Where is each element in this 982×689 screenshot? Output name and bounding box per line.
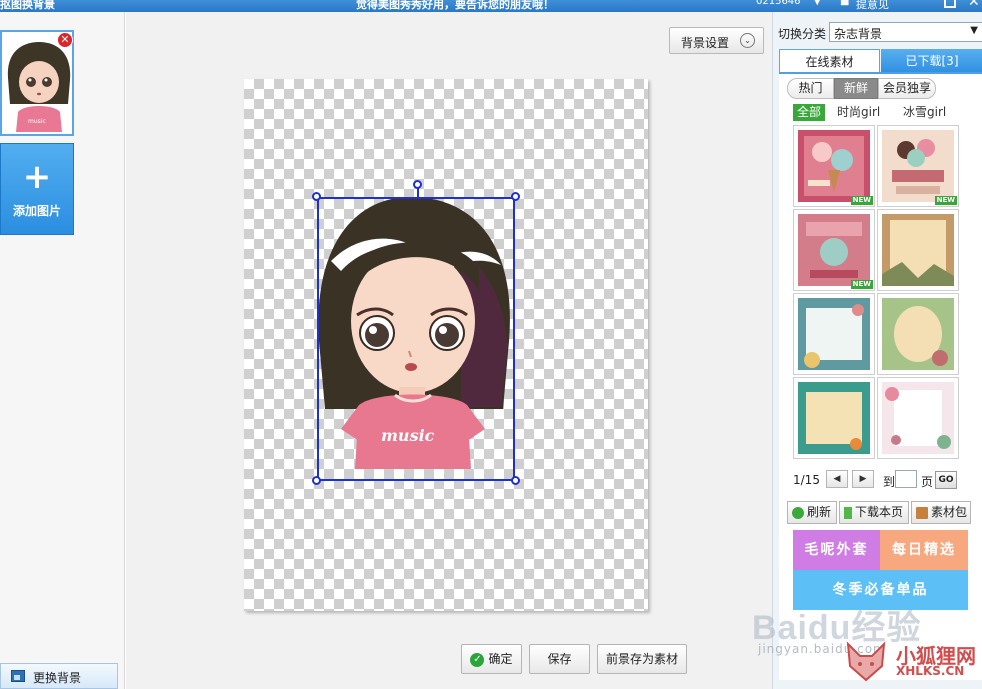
material-thumbnail[interactable] [793, 377, 875, 459]
material-thumbnail[interactable]: NEW [877, 125, 959, 207]
download-arrow-icon [844, 506, 852, 519]
category-label: 切换分类 [778, 27, 827, 41]
title-bar: 抠图换背景 觉得美图秀秀好用，要告诉您的朋友哦！ 0215646 ▼ ■ 提意见… [0, 0, 982, 12]
tab-online-materials[interactable]: 在线素材 [779, 49, 880, 73]
change-background-button[interactable]: 更换背景 [0, 663, 118, 689]
filter-ice-girl[interactable]: 冰雪girl [903, 104, 946, 121]
ice-cream-poster-art [798, 130, 870, 202]
title-slogan: 觉得美图秀秀好用，要告诉您的朋友哦！ [356, 0, 554, 11]
tab-downloaded[interactable]: 已下载[3] [881, 49, 982, 73]
promo-banner-coat[interactable]: 毛呢外套 [793, 530, 880, 570]
resize-handle-top-left[interactable] [312, 192, 321, 201]
background-settings-button[interactable]: 背景设置 ⌄ [669, 27, 764, 54]
editor-main: 背景设置 ⌄ music ✓ 确定 保存 前景存为素材 [126, 12, 772, 689]
resize-handle-top-right[interactable] [511, 192, 520, 201]
confirm-button[interactable]: ✓ 确定 [461, 644, 522, 674]
material-thumbnail[interactable] [793, 293, 875, 375]
new-badge: NEW [934, 196, 957, 205]
material-pack-label: 素材包 [931, 505, 968, 519]
rotate-handle-stem [417, 188, 419, 198]
window-title: 抠图换背景 [0, 0, 55, 11]
download-page-label: 下载本页 [855, 505, 904, 519]
refresh-button[interactable]: 刷新 [787, 501, 837, 524]
delicious-poster-art [798, 214, 870, 286]
category-value: 杂志背景 [834, 27, 883, 41]
chevron-down-icon[interactable]: ▼ [813, 0, 821, 7]
save-foreground-button[interactable]: 前景存为素材 [597, 644, 687, 674]
material-panel: 切换分类 杂志背景 ▼ 在线素材 已下载[3] 热门 新鲜 会员独享 全部 时尚… [772, 12, 982, 689]
new-badge: NEW [850, 280, 873, 289]
filter-fashion-girl[interactable]: 时尚girl [837, 104, 880, 121]
feedback-link[interactable]: 提意见 [856, 0, 889, 12]
vintage-frame-art [882, 214, 954, 286]
add-image-button[interactable]: + 添加图片 [0, 143, 74, 235]
promo-banner-daily[interactable]: 每日精选 [880, 530, 968, 570]
new-badge: NEW [850, 196, 873, 205]
refresh-icon [792, 506, 804, 519]
delete-thumbnail-icon[interactable]: ✕ [57, 32, 73, 48]
resize-handle-bottom-right[interactable] [511, 476, 520, 485]
chevron-down-icon: ▼ [970, 25, 978, 36]
package-icon [916, 506, 928, 519]
prev-page-button[interactable]: ◀ [826, 470, 848, 488]
material-thumbnail[interactable] [877, 209, 959, 291]
pill-new[interactable]: 新鲜 [834, 78, 878, 99]
floral-frame-art [882, 382, 954, 454]
go-button[interactable]: GO [935, 471, 957, 489]
plus-icon: + [22, 157, 52, 197]
pill-hot[interactable]: 热门 [787, 78, 834, 99]
material-thumbnail[interactable] [877, 377, 959, 459]
user-id[interactable]: 0215646 [756, 0, 801, 7]
refresh-label: 刷新 [807, 505, 832, 519]
material-pack-button[interactable]: 素材包 [911, 501, 971, 524]
maximize-button[interactable] [944, 0, 956, 8]
ice-cream-cream-poster-art [882, 130, 954, 202]
pill-vip[interactable]: 会员独享 [878, 78, 936, 99]
picture-icon [11, 670, 25, 682]
resize-handle-bottom-left[interactable] [312, 476, 321, 485]
dotted-frame-art [798, 298, 870, 370]
material-thumbnail[interactable] [877, 293, 959, 375]
material-thumbnail[interactable]: NEW [793, 209, 875, 291]
confirm-label: 确定 [488, 652, 513, 666]
page-count: 1/15 [793, 473, 820, 487]
next-page-button[interactable]: ▶ [852, 470, 874, 488]
add-image-label: 添加图片 [12, 204, 61, 218]
feedback-icon[interactable]: ■ [840, 0, 849, 7]
selection-box[interactable] [317, 197, 515, 481]
save-button[interactable]: 保存 [529, 644, 590, 674]
close-button[interactable]: ✕ [968, 0, 980, 10]
change-background-label: 更换背景 [33, 671, 82, 685]
teal-frame-art [798, 382, 870, 454]
filter-all[interactable]: 全部 [793, 104, 825, 121]
category-select[interactable]: 杂志背景 ▼ [829, 22, 982, 42]
material-thumbnail[interactable]: NEW [793, 125, 875, 207]
rotate-handle[interactable] [413, 180, 422, 189]
download-page-button[interactable]: 下载本页 [839, 501, 909, 524]
background-settings-label: 背景设置 [681, 36, 730, 50]
site-url-watermark: XHLKS.CN [896, 664, 965, 678]
goto-label: 到 [883, 475, 896, 489]
fox-logo-icon [846, 641, 886, 682]
transparent-canvas[interactable]: music [244, 79, 648, 611]
check-icon: ✓ [470, 652, 485, 667]
page-number-input[interactable] [895, 470, 917, 488]
svg-text:music: music [28, 118, 46, 125]
page-unit-label: 页 [921, 475, 934, 489]
oval-frame-art [882, 298, 954, 370]
left-panel: music ✕ + 添加图片 更换背景 [0, 12, 125, 689]
chevron-down-icon: ⌄ [740, 33, 755, 48]
